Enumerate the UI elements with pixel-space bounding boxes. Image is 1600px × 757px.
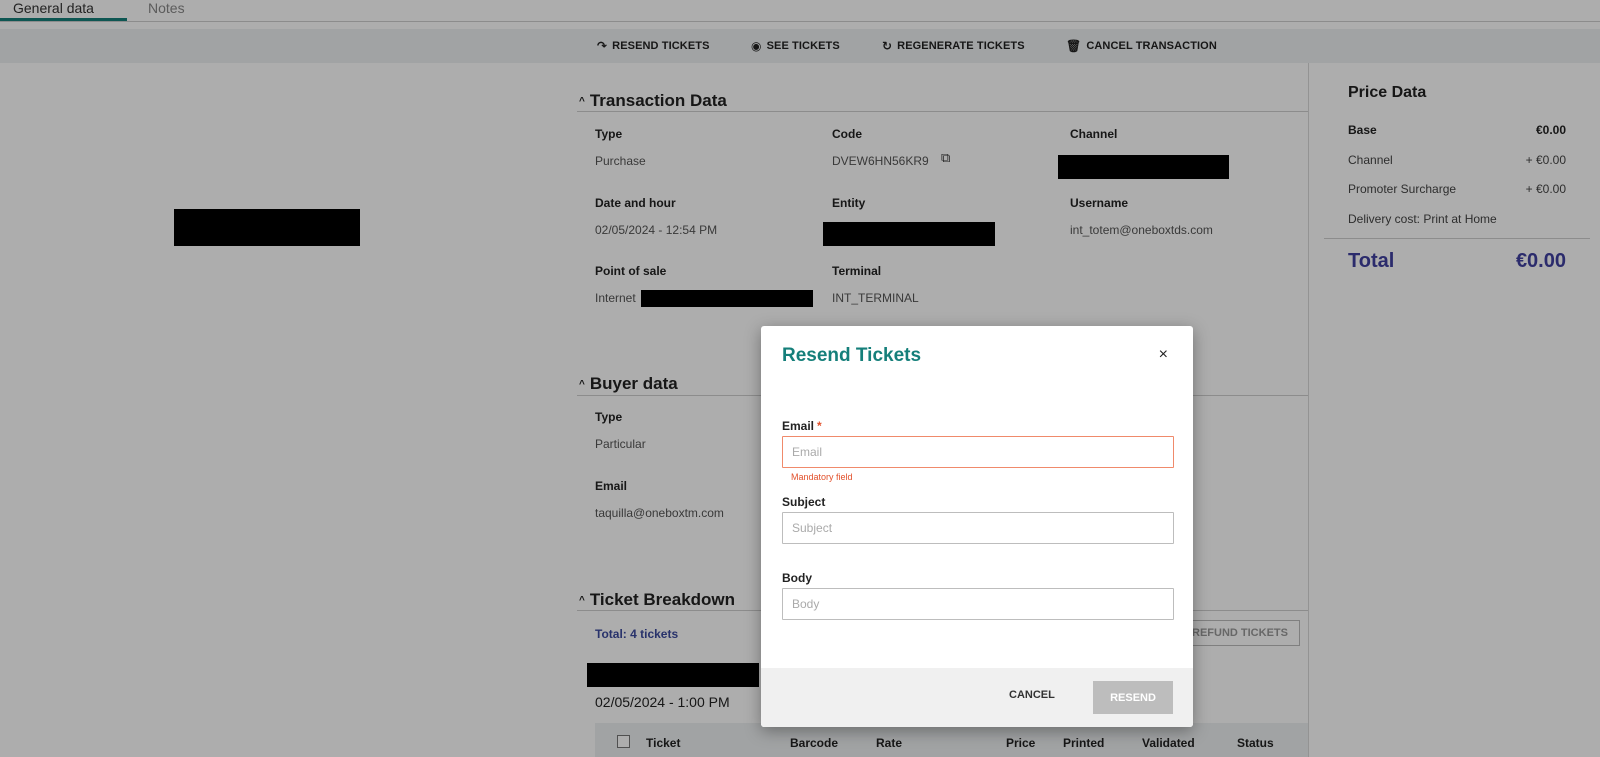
dialog-title: Resend Tickets [782, 345, 922, 366]
body-field[interactable] [782, 588, 1174, 620]
resend-tickets-dialog: Resend Tickets × Email* Mandatory field … [761, 326, 1193, 727]
email-field[interactable] [782, 436, 1174, 468]
cancel-button[interactable]: CANCEL [1009, 689, 1055, 701]
subject-field-label: Subject [782, 495, 826, 509]
close-icon[interactable]: × [1159, 346, 1168, 364]
email-field-label: Email * [782, 419, 822, 433]
email-error-message: Mandatory field [791, 472, 853, 482]
dialog-footer: CANCEL RESEND [761, 668, 1193, 727]
required-marker: * [817, 419, 822, 433]
email-label-text: Email [782, 419, 815, 433]
subject-field[interactable] [782, 512, 1174, 544]
resend-button[interactable]: RESEND [1093, 681, 1173, 714]
transaction-page: General data Notes ↷ RESEND TICKETS ◉ SE… [0, 0, 1600, 757]
body-field-label: Body [782, 571, 812, 585]
